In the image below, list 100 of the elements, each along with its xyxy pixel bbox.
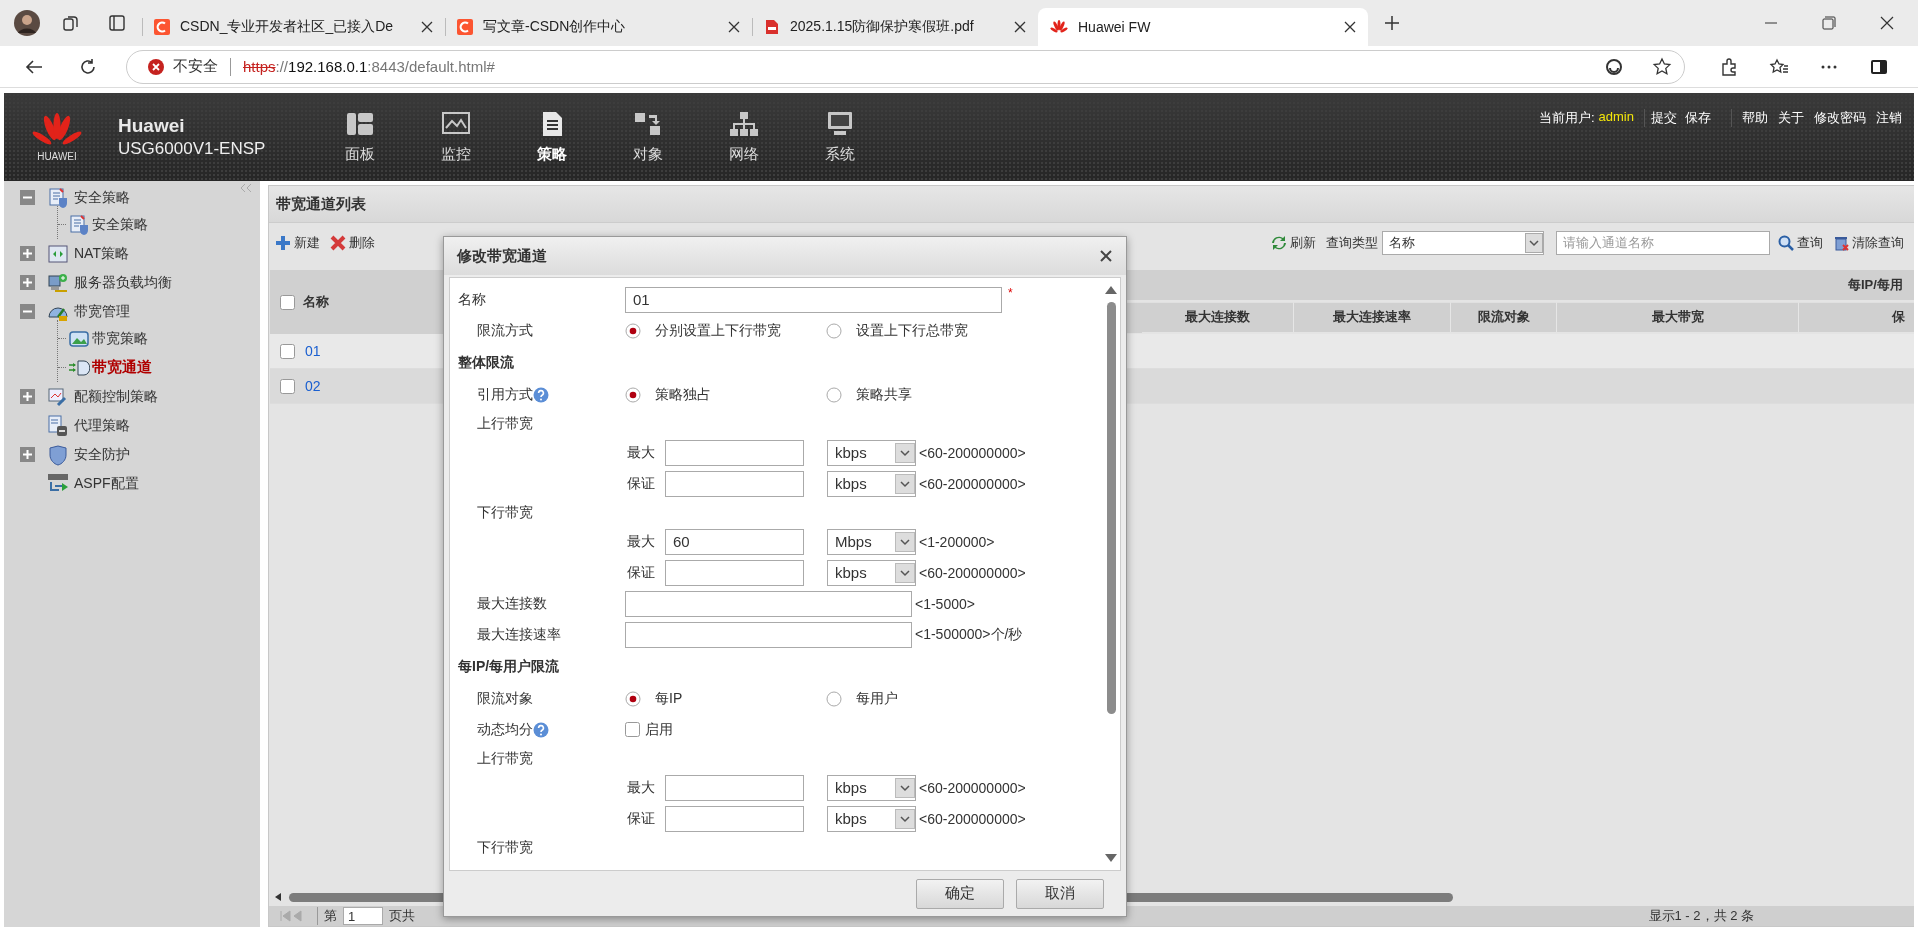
extensions-icon[interactable] xyxy=(1719,56,1739,77)
refresh-button[interactable]: 刷新 xyxy=(1271,234,1316,252)
tree-item[interactable]: 安全策略 xyxy=(92,215,148,234)
new-tab-icon[interactable] xyxy=(1384,15,1400,31)
text-field[interactable] xyxy=(625,621,912,648)
tree-item[interactable]: NAT策略 xyxy=(74,244,129,263)
radio-button[interactable] xyxy=(625,386,641,403)
browser-tab[interactable]: Huawei FW xyxy=(1038,8,1368,46)
header-link[interactable]: 提交 xyxy=(1651,109,1677,127)
dialog-button[interactable]: 确定 xyxy=(916,878,1004,909)
radio-button[interactable] xyxy=(826,690,842,707)
checkbox[interactable] xyxy=(280,343,295,359)
unit-select[interactable]: kbps xyxy=(827,559,916,586)
checkbox[interactable] xyxy=(280,378,295,394)
scrollbar-thumb[interactable] xyxy=(1106,302,1116,714)
unit-select[interactable]: kbps xyxy=(827,805,916,832)
rate-field[interactable] xyxy=(665,470,804,497)
collapse-toggle-icon[interactable] xyxy=(20,304,35,319)
nav-tab[interactable]: 网络 xyxy=(696,93,792,181)
dashboard-icon xyxy=(345,110,375,137)
tree-item[interactable]: 安全策略 xyxy=(74,188,130,207)
header-link[interactable]: 修改密码 xyxy=(1814,109,1866,127)
expand-toggle-icon[interactable] xyxy=(20,447,35,462)
clear-query-button[interactable]: 清除查询 xyxy=(1833,234,1904,252)
reload-icon[interactable] xyxy=(78,56,98,77)
close-icon[interactable] xyxy=(728,21,740,33)
page-field[interactable]: 1 xyxy=(343,907,383,925)
option-label: 每IP xyxy=(655,689,683,708)
scroll-up-icon[interactable] xyxy=(1105,286,1117,294)
rate-field[interactable] xyxy=(665,774,804,801)
rate-field[interactable] xyxy=(665,805,804,832)
dialog-button[interactable]: 取消 xyxy=(1016,878,1104,909)
unit-select[interactable]: kbps xyxy=(827,774,916,801)
browser-tab[interactable]: CSDN_专业开发者社区_已接入De xyxy=(142,8,445,46)
toolbar-button[interactable]: 删除 xyxy=(330,234,375,252)
rate-field[interactable]: 60 xyxy=(665,528,804,555)
query-button[interactable]: 查询 xyxy=(1778,234,1823,252)
unit-select[interactable]: kbps xyxy=(827,439,916,466)
toolbar-button[interactable]: 新建 xyxy=(275,234,320,252)
tab-actions-icon[interactable] xyxy=(108,14,126,32)
rate-field[interactable] xyxy=(665,559,804,586)
header-link[interactable]: 保存 xyxy=(1685,109,1711,127)
header-link[interactable]: 帮助 xyxy=(1742,109,1768,127)
tree-item[interactable]: 带宽策略 xyxy=(92,329,148,348)
maximize-icon[interactable] xyxy=(1822,16,1836,30)
nav-tab[interactable]: 面板 xyxy=(312,93,408,181)
browser-tab[interactable]: 2025.1.15防御保护寒假班.pdf xyxy=(752,8,1038,46)
tree-item[interactable]: ASPF配置 xyxy=(74,474,139,493)
query-type-select[interactable]: 名称 xyxy=(1382,231,1544,255)
checkbox[interactable] xyxy=(625,722,640,737)
browser-tab[interactable]: 写文章-CSDN创作中心 xyxy=(445,8,752,46)
nav-tab[interactable]: 系统 xyxy=(792,93,888,181)
expand-toggle-icon[interactable] xyxy=(20,389,35,404)
proxy-document-icon xyxy=(47,414,69,437)
close-icon[interactable] xyxy=(1100,250,1112,262)
tree-item[interactable]: 带宽管理 xyxy=(74,302,130,321)
close-icon[interactable] xyxy=(421,21,433,33)
radio-button[interactable] xyxy=(625,322,641,339)
nav-tab[interactable]: 监控 xyxy=(408,93,504,181)
url-text[interactable]: https://192.168.0.1:8443/default.html# xyxy=(243,58,495,75)
header-link[interactable]: 注销 xyxy=(1876,109,1902,127)
read-aloud-icon[interactable] xyxy=(1604,56,1624,77)
checkbox[interactable] xyxy=(280,294,295,310)
channel-link[interactable]: 01 xyxy=(305,343,321,359)
range-hint: <60-200000000> xyxy=(919,810,1026,827)
unit-select[interactable]: Mbps xyxy=(827,528,916,555)
channel-link[interactable]: 02 xyxy=(305,378,321,394)
field-label: 限流对象 xyxy=(477,689,533,708)
nav-tab[interactable]: 对象 xyxy=(600,93,696,181)
workspaces-icon[interactable] xyxy=(62,14,80,32)
tree-item[interactable]: 代理策略 xyxy=(74,416,130,435)
error-icon xyxy=(147,57,165,76)
tree-item[interactable]: 服务器负载均衡 xyxy=(74,273,172,292)
close-icon[interactable] xyxy=(1344,21,1356,33)
tree-item[interactable]: 配额控制策略 xyxy=(74,387,158,406)
expand-toggle-icon[interactable] xyxy=(20,275,35,290)
field-label: 保证 xyxy=(626,809,656,828)
header-link[interactable]: 关于 xyxy=(1778,109,1804,127)
tree-item[interactable]: 安全防护 xyxy=(74,445,130,464)
radio-button[interactable] xyxy=(826,386,842,403)
collapse-toggle-icon[interactable] xyxy=(20,190,35,205)
expand-toggle-icon[interactable] xyxy=(20,246,35,261)
rate-field[interactable] xyxy=(665,439,804,466)
scroll-left-icon[interactable] xyxy=(273,892,283,902)
huawei-logo-icon xyxy=(1050,19,1068,35)
tree-item[interactable]: 带宽通道 xyxy=(92,358,152,377)
radio-button[interactable] xyxy=(625,690,641,707)
caret-icon xyxy=(895,442,915,463)
name-field[interactable]: 01 xyxy=(625,286,1002,313)
close-icon[interactable] xyxy=(1880,16,1894,30)
security-label[interactable]: 不安全 xyxy=(173,57,218,76)
group-label: 上行带宽 xyxy=(477,749,533,768)
star-icon[interactable] xyxy=(1652,56,1672,77)
scroll-down-icon[interactable] xyxy=(1105,854,1117,862)
close-icon[interactable] xyxy=(1014,21,1026,33)
nav-tab[interactable]: 策略 xyxy=(504,93,600,181)
radio-button[interactable] xyxy=(826,322,842,339)
text-field[interactable] xyxy=(625,590,912,617)
trash-icon xyxy=(1833,235,1849,251)
unit-select[interactable]: kbps xyxy=(827,470,916,497)
